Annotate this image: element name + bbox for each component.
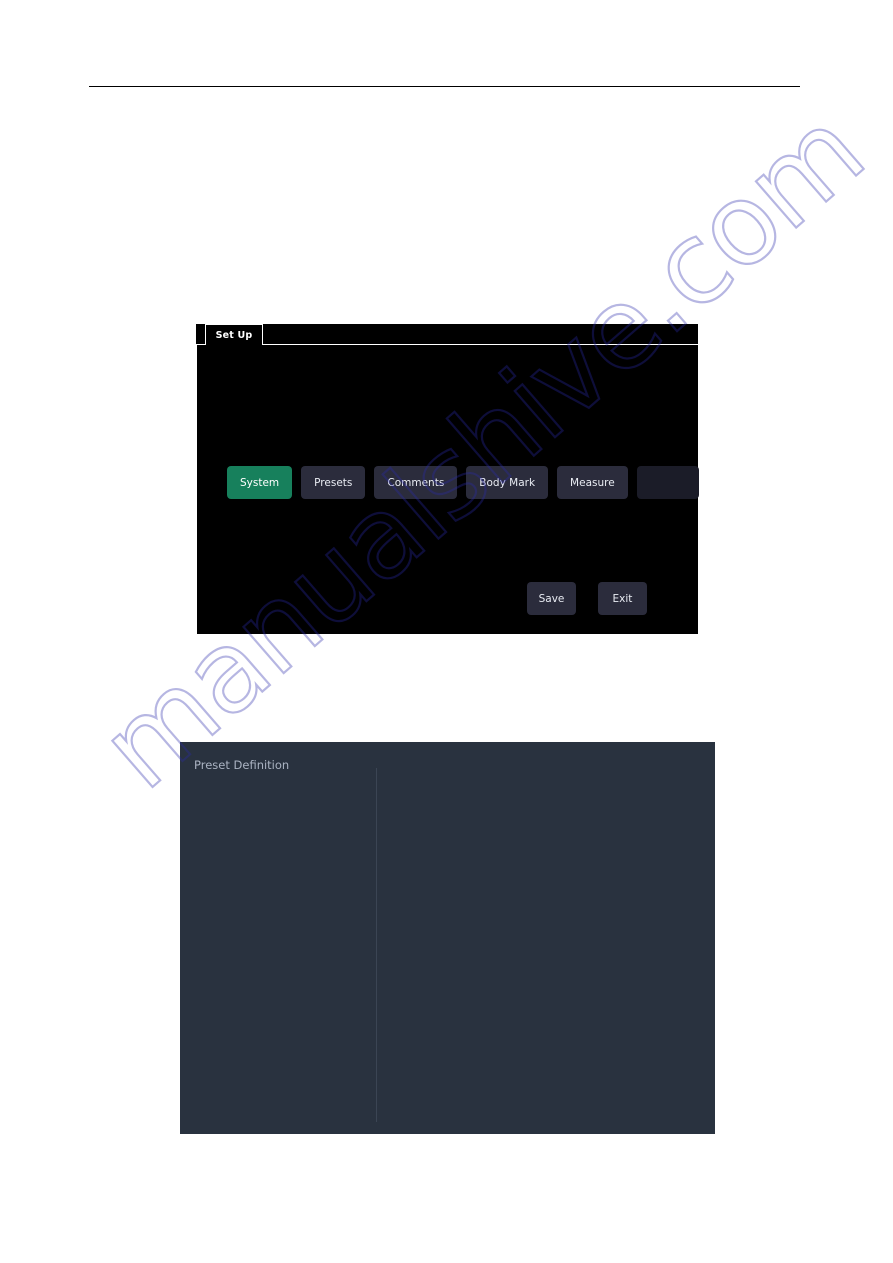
- preset-definition-dialog: Preset Definition: [180, 742, 715, 1134]
- setup-nav-row: System Presets Comments Body Mark Measur…: [227, 466, 699, 499]
- nav-button-comments[interactable]: Comments: [374, 466, 458, 499]
- header-rule: [89, 86, 800, 87]
- setup-tab-strip: Set Up: [196, 324, 698, 345]
- setup-footer-row: Save Exit: [527, 582, 647, 615]
- document-page: Set Up System Presets Comments Body Mark…: [0, 0, 893, 1263]
- nav-button-measure[interactable]: Measure: [557, 466, 628, 499]
- nav-button-body-mark[interactable]: Body Mark: [466, 466, 549, 499]
- tab-set-up[interactable]: Set Up: [205, 324, 263, 345]
- panel-divider: [376, 768, 377, 1122]
- nav-button-presets[interactable]: Presets: [301, 466, 366, 499]
- nav-button-system[interactable]: System: [227, 466, 293, 499]
- exit-button[interactable]: Exit: [598, 582, 647, 615]
- setup-dialog: Set Up System Presets Comments Body Mark…: [196, 324, 699, 634]
- nav-button-unlabeled[interactable]: [636, 466, 699, 499]
- save-button[interactable]: Save: [527, 582, 576, 615]
- preset-definition-title: Preset Definition: [194, 758, 290, 772]
